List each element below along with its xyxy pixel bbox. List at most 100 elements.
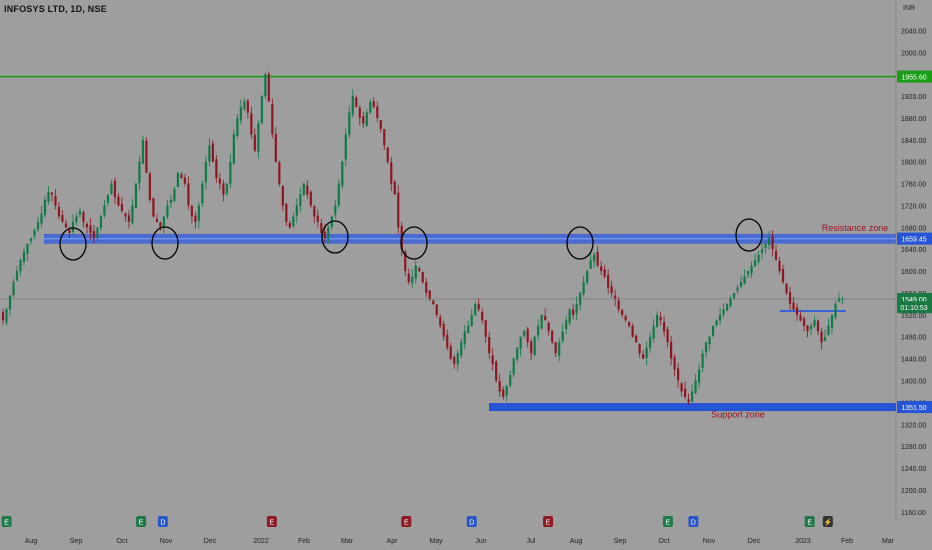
candle-body [435, 304, 438, 315]
x-tick-label: Apr [387, 538, 399, 545]
candle-body [12, 282, 15, 296]
currency-label: INR [903, 5, 915, 12]
candle-body [306, 185, 309, 195]
candle-body [813, 320, 816, 327]
x-tick-label: Oct [117, 538, 128, 545]
chart-root: INFOSYS LTD, 1D, NSE INR 1160.00 1200.00 12… [0, 0, 932, 550]
candle-body [173, 189, 176, 202]
candle-body [697, 369, 701, 383]
candle-body [722, 309, 725, 315]
y-tick-label: 1440.00 [901, 357, 926, 364]
candle-body [823, 336, 827, 341]
candle-body [68, 229, 71, 233]
candle-body [22, 251, 26, 263]
x-tick-label: 2022 [253, 538, 269, 545]
candle-body [551, 330, 554, 343]
candle-body [225, 183, 228, 194]
candle-body [498, 381, 501, 392]
price-label: 01:10:53 [900, 305, 927, 312]
candle-body [320, 223, 323, 233]
candle-body [351, 96, 354, 115]
candle-body [519, 336, 522, 350]
x-tick-label: Feb [298, 538, 310, 545]
x-tick-label: Aug [25, 538, 38, 545]
candle-body [470, 314, 473, 327]
candle-body [369, 101, 372, 113]
candle-body [323, 231, 326, 239]
candle-body [29, 238, 33, 242]
candle-body [106, 194, 110, 203]
candle-body [739, 282, 743, 287]
candle-body [715, 320, 718, 326]
candle-body [1, 312, 5, 321]
candle-body [78, 210, 82, 215]
candle-body [767, 238, 771, 245]
candle-body [180, 174, 183, 179]
event-marker-letter: E [270, 520, 275, 527]
candle-body [376, 106, 379, 118]
candle-body [523, 331, 526, 337]
candle-body [792, 302, 795, 310]
candle-body [670, 341, 673, 359]
candle-body [274, 134, 277, 162]
candle-body [407, 273, 410, 283]
y-tick-label: 1640.00 [901, 247, 926, 254]
candle-body [257, 123, 260, 152]
x-tick-label: Dec [748, 538, 761, 545]
candle-body [820, 331, 823, 343]
candle-body [82, 212, 85, 222]
candle-body [127, 215, 131, 222]
candle-body [194, 215, 197, 222]
candle-body [103, 205, 106, 216]
event-marker-letter: E [807, 520, 812, 527]
candle-body [236, 117, 239, 136]
y-tick-label: 1160.00 [901, 510, 926, 517]
candle-body [390, 162, 393, 184]
candle-body [201, 183, 204, 204]
candle-body [85, 223, 89, 228]
candle-body [33, 230, 36, 236]
candle-body [155, 219, 159, 222]
candle-body [425, 282, 428, 293]
candle-body [341, 161, 344, 186]
y-tick-label: 1800.00 [901, 160, 926, 167]
candle-body [113, 180, 117, 198]
event-marker-letter: E [666, 520, 671, 527]
candle-body [711, 325, 715, 336]
x-tick-label: Jul [527, 538, 536, 545]
candle-body [243, 101, 246, 110]
event-marker-letter: E [404, 520, 409, 527]
candle-body [572, 309, 575, 315]
candle-body [827, 325, 830, 335]
candle-body [446, 334, 449, 348]
candle-body [134, 183, 138, 208]
candle-body [299, 194, 302, 207]
candle-body [190, 205, 193, 217]
candle-body [642, 354, 645, 359]
candle-body [558, 342, 561, 356]
candle-body [732, 292, 736, 298]
candle-body [565, 320, 568, 330]
candle-body [663, 322, 666, 332]
candle-body [491, 355, 494, 365]
x-tick-label: Mar [341, 538, 354, 545]
candle-body [421, 272, 424, 283]
price-label: 1351.50 [901, 405, 926, 412]
candle-body [628, 322, 631, 326]
x-tick-label: Dec [204, 538, 217, 545]
candle-body [537, 325, 540, 336]
price-chart[interactable]: INR 1160.00 1200.00 1240.00 1280.00 1320.00 13… [0, 0, 932, 550]
candle-body [509, 375, 512, 386]
candle-body [736, 287, 739, 291]
candle-body [463, 331, 466, 344]
candle-body [208, 145, 211, 162]
event-marker-letter: ⚡ [823, 518, 832, 527]
candle-body [337, 183, 340, 206]
candle-body [26, 243, 29, 254]
candle-body [816, 320, 820, 332]
candle-body [372, 101, 375, 107]
candle-body [834, 303, 837, 318]
candle-body [621, 310, 624, 315]
candle-body [250, 113, 253, 135]
x-tick-label: 2023 [795, 538, 811, 545]
